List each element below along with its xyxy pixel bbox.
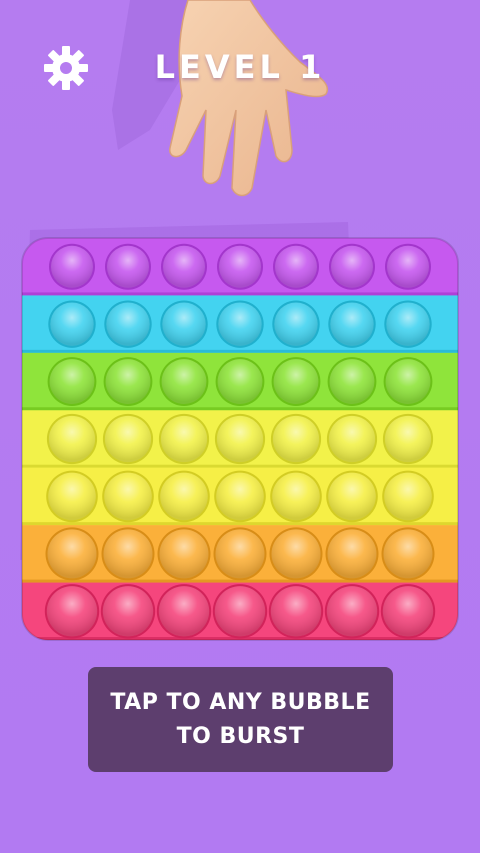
- bubble-shine: [382, 586, 434, 637]
- hint-panel: TAP TO ANY BUBBLE TO BURST: [88, 667, 393, 772]
- level-title: LEVEL 1: [154, 48, 326, 86]
- bubble-shine: [158, 586, 210, 637]
- bubble-shine: [387, 245, 429, 288]
- bubble-shine: [386, 302, 430, 346]
- bubble-shine: [46, 586, 98, 637]
- bubble-shine: [272, 415, 320, 463]
- board-row-edge: [22, 522, 458, 526]
- bubble-shine: [327, 529, 377, 579]
- bubble-shine: [216, 415, 264, 463]
- board-row-edge: [22, 407, 458, 411]
- bubble-shine: [49, 359, 95, 404]
- bubble-shine: [102, 586, 154, 637]
- bubble-shine: [270, 586, 322, 637]
- bubble-shine: [48, 415, 96, 463]
- bubble-shine: [104, 472, 152, 521]
- bubble-shine: [326, 586, 378, 637]
- bubble-shine: [160, 472, 208, 521]
- bubble-shine: [275, 245, 317, 288]
- bubble-shine: [330, 302, 374, 346]
- hand-pointer: [169, 0, 329, 197]
- bubble-shine: [384, 472, 432, 521]
- board-row-edge: [22, 464, 458, 468]
- bubble-shine: [48, 472, 96, 521]
- hint-line-2: TO BURST: [176, 723, 305, 749]
- bubble-shine: [214, 586, 266, 637]
- bubble-shine: [105, 359, 151, 404]
- bubble-shine: [218, 302, 262, 346]
- bubble-shine: [106, 302, 150, 346]
- bubble-shine: [384, 415, 432, 463]
- bubble-shine: [328, 415, 376, 463]
- hint-line-1: TAP TO ANY BUBBLE: [110, 689, 371, 715]
- bubble-shine: [385, 359, 431, 404]
- bubble-shine: [107, 245, 149, 288]
- bubble-shine: [217, 359, 263, 404]
- bubble-shine: [47, 529, 97, 579]
- bubble-shine: [163, 245, 205, 288]
- bubble-shine: [328, 472, 376, 521]
- bubble-shine: [219, 245, 261, 288]
- bubble-shine: [50, 302, 94, 346]
- bubble-shine: [273, 359, 319, 404]
- board-row-edge: [22, 349, 458, 353]
- bubble-shine: [271, 529, 321, 579]
- bubble-shine: [216, 472, 264, 521]
- board-row-edge: [22, 292, 458, 296]
- bubble-shine: [329, 359, 375, 404]
- bubble-shine: [215, 529, 265, 579]
- popit-board[interactable]: [21, 237, 459, 641]
- bubble-shine: [104, 415, 152, 463]
- bubble-shine: [272, 472, 320, 521]
- bubble-shine: [161, 359, 207, 404]
- bubble-shine: [160, 415, 208, 463]
- bubble-shine: [51, 245, 93, 288]
- bubble-shine: [274, 302, 318, 346]
- bubble-shine: [103, 529, 153, 579]
- bubble-shine: [383, 529, 433, 579]
- bubble-shine: [331, 245, 373, 288]
- bubble-shine: [162, 302, 206, 346]
- bubble-shine: [159, 529, 209, 579]
